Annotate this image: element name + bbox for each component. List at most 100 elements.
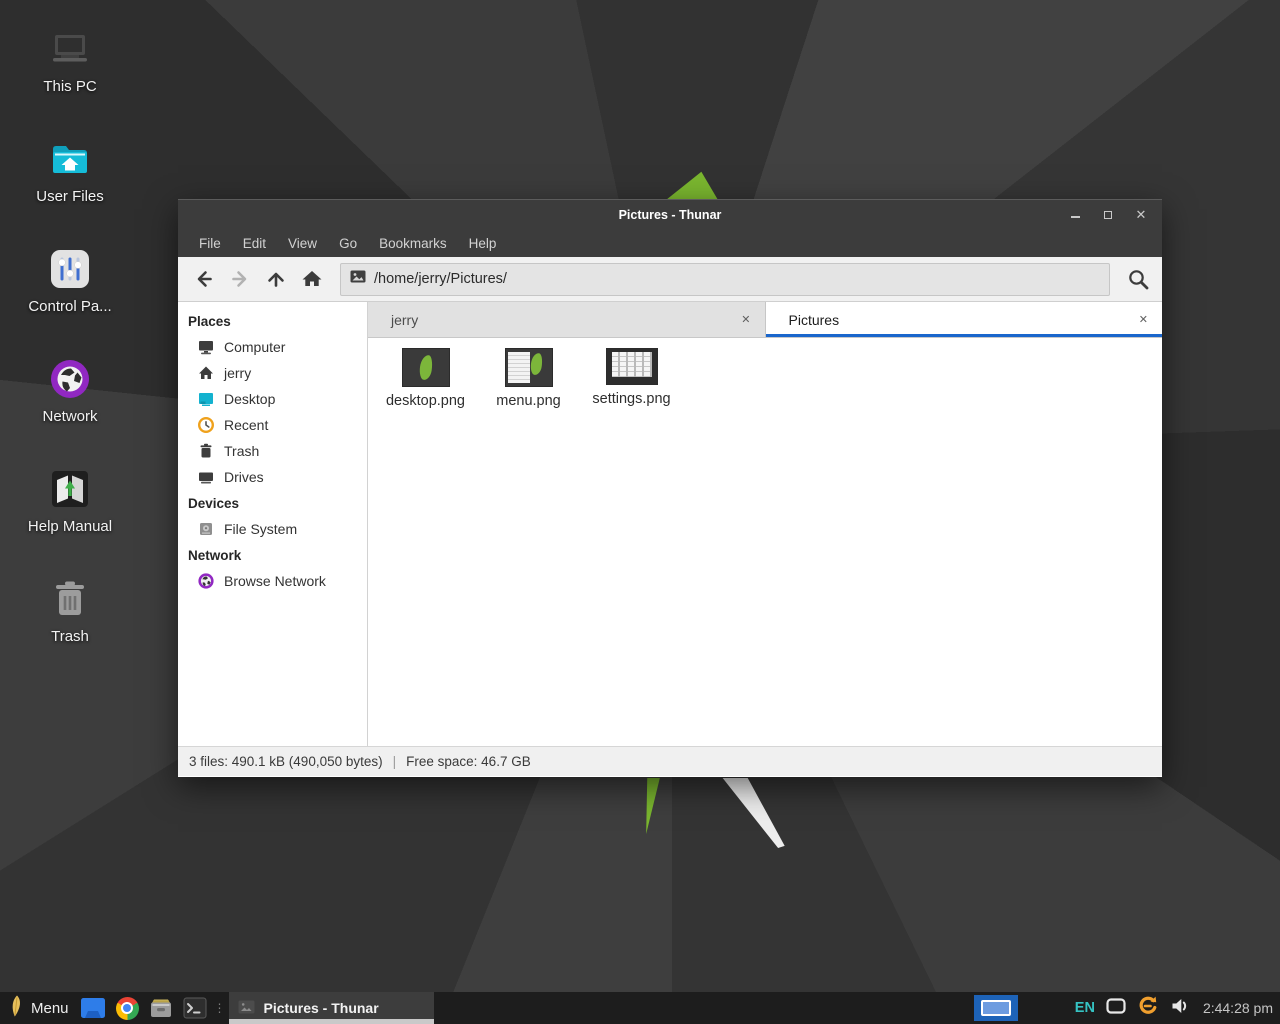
thumbnail-desktop xyxy=(403,349,449,386)
window-toolbar: /home/jerry/Pictures/ xyxy=(178,257,1162,302)
desktop-icon-label: User Files xyxy=(36,188,104,205)
desktop-icon-label: Control Pa... xyxy=(28,298,111,315)
tab-pictures[interactable]: Pictures ✕ xyxy=(766,302,1163,337)
minimize-icon xyxy=(1071,216,1080,218)
desktop-icon-label: This PC xyxy=(43,78,96,95)
thunar-task-icon xyxy=(238,1000,255,1017)
sidebar-item-drives[interactable]: Drives xyxy=(178,464,367,490)
update-tray-icon[interactable] xyxy=(1137,995,1159,1022)
file-name: desktop.png xyxy=(374,393,477,409)
sidebar-item-computer[interactable]: Computer xyxy=(178,334,367,360)
thispc-icon xyxy=(47,26,93,72)
menu-bookmarks[interactable]: Bookmarks xyxy=(368,229,458,257)
files-summary: 3 files: 490.1 kB (490,050 bytes) xyxy=(189,754,383,769)
menu-button[interactable]: Menu xyxy=(0,992,78,1024)
maximize-icon xyxy=(1104,211,1112,219)
thunar-window: Pictures - Thunar ✕ FileEditViewGoBookma… xyxy=(178,199,1162,777)
home-icon xyxy=(197,364,215,382)
sidebar-item-desktop[interactable]: Desktop xyxy=(178,386,367,412)
workspace-switcher[interactable] xyxy=(974,995,1018,1021)
sidebar-item-browse-network[interactable]: Browse Network xyxy=(178,568,367,594)
menu-help[interactable]: Help xyxy=(458,229,508,257)
menu-go[interactable]: Go xyxy=(328,229,368,257)
desktop-icon-this-pc[interactable]: This PC xyxy=(18,26,122,126)
home-button[interactable] xyxy=(294,262,330,296)
userfiles-icon xyxy=(47,136,93,182)
desktop-icon-user-files[interactable]: User Files xyxy=(18,136,122,236)
desktop-icon-network[interactable]: Network xyxy=(18,356,122,456)
close-button[interactable]: ✕ xyxy=(1134,200,1148,229)
wallpaper-green-shard-top xyxy=(666,170,718,200)
desktop-icon-label: Help Manual xyxy=(28,518,112,535)
wallpaper-white-shard xyxy=(720,778,786,848)
sidebar-item-file-system[interactable]: File System xyxy=(178,516,367,542)
chrome-launcher[interactable] xyxy=(114,995,141,1021)
tasklist-handle-icon: ⋮ xyxy=(214,1001,226,1015)
sidebar-item-label: Browse Network xyxy=(224,573,326,589)
workspace-window xyxy=(981,1000,1011,1016)
forward-button[interactable] xyxy=(222,262,258,296)
computer-icon xyxy=(197,338,215,356)
sidebar-item-label: Computer xyxy=(224,339,285,355)
task-button-thunar[interactable]: Pictures - Thunar xyxy=(229,992,434,1024)
drives-icon xyxy=(197,468,215,486)
path-text: /home/jerry/Pictures/ xyxy=(374,271,507,287)
back-button[interactable] xyxy=(186,262,222,296)
sidebar-item-label: Recent xyxy=(224,417,268,433)
volume-icon[interactable] xyxy=(1170,997,1190,1020)
sidebar-item-recent[interactable]: Recent xyxy=(178,412,367,438)
tab-close-icon[interactable]: ✕ xyxy=(741,313,750,326)
menu-view[interactable]: View xyxy=(277,229,328,257)
trash-desktop-icon xyxy=(47,576,93,622)
file-view[interactable]: desktop.pngmenu.pngsettings.png xyxy=(368,338,1162,746)
archive-launcher[interactable] xyxy=(148,995,175,1021)
helpmanual-icon xyxy=(47,466,93,512)
path-bar[interactable]: /home/jerry/Pictures/ xyxy=(340,263,1110,296)
tab-label: jerry xyxy=(391,312,418,328)
wallpaper-green-shard-bottom xyxy=(644,778,662,834)
sidebar-item-label: Drives xyxy=(224,469,264,485)
window-titlebar[interactable]: Pictures - Thunar ✕ xyxy=(178,199,1162,229)
file-settings-png[interactable]: settings.png xyxy=(580,349,683,407)
tab-jerry[interactable]: jerry ✕ xyxy=(368,302,766,337)
image-file-icon xyxy=(350,270,366,288)
menu-label: Menu xyxy=(31,1000,69,1017)
search-button[interactable] xyxy=(1118,262,1158,296)
tab-close-icon[interactable]: ✕ xyxy=(1139,313,1148,326)
desktop-icon xyxy=(197,390,215,408)
browse-network-icon xyxy=(197,572,215,590)
free-space: Free space: 46.7 GB xyxy=(406,754,531,769)
display-tray-icon[interactable] xyxy=(1106,998,1126,1019)
desktop-icon-trash[interactable]: Trash xyxy=(18,576,122,676)
places-sidebar: Places Computer jerry Desktop Recent Trash Dri… xyxy=(178,302,368,746)
recent-icon xyxy=(197,416,215,434)
terminal-launcher[interactable] xyxy=(182,995,209,1021)
sidebar-item-label: Trash xyxy=(224,443,259,459)
desktop-icon-help-manual[interactable]: Help Manual xyxy=(18,466,122,566)
sidebar-header-places: Places xyxy=(178,308,367,334)
sidebar-header-network: Network xyxy=(178,542,367,568)
file-manager-launcher[interactable] xyxy=(80,995,107,1021)
filesystem-icon xyxy=(197,520,215,538)
language-indicator[interactable]: EN xyxy=(1075,1000,1095,1016)
up-button[interactable] xyxy=(258,262,294,296)
status-separator: | xyxy=(393,754,397,769)
thumbnail-menu xyxy=(506,349,552,386)
desktop-icon-control-pa[interactable]: Control Pa... xyxy=(18,246,122,346)
system-tray: EN 2:44:28 pm xyxy=(974,995,1280,1022)
window-controls: ✕ xyxy=(1068,200,1148,229)
file-menu-png[interactable]: menu.png xyxy=(477,349,580,409)
menu-file[interactable]: File xyxy=(188,229,232,257)
sidebar-item-trash[interactable]: Trash xyxy=(178,438,367,464)
menu-edit[interactable]: Edit xyxy=(232,229,277,257)
file-desktop-png[interactable]: desktop.png xyxy=(374,349,477,409)
sidebar-item-label: jerry xyxy=(224,365,251,381)
minimize-button[interactable] xyxy=(1068,200,1082,229)
sidebar-item-jerry[interactable]: jerry xyxy=(178,360,367,386)
maximize-button[interactable] xyxy=(1101,200,1115,229)
tab-bar: jerry ✕ Pictures ✕ xyxy=(368,302,1162,338)
window-title: Pictures - Thunar xyxy=(619,208,722,222)
tab-label: Pictures xyxy=(789,312,840,328)
thumbnail-settings xyxy=(607,349,657,384)
clock[interactable]: 2:44:28 pm xyxy=(1203,1000,1273,1016)
